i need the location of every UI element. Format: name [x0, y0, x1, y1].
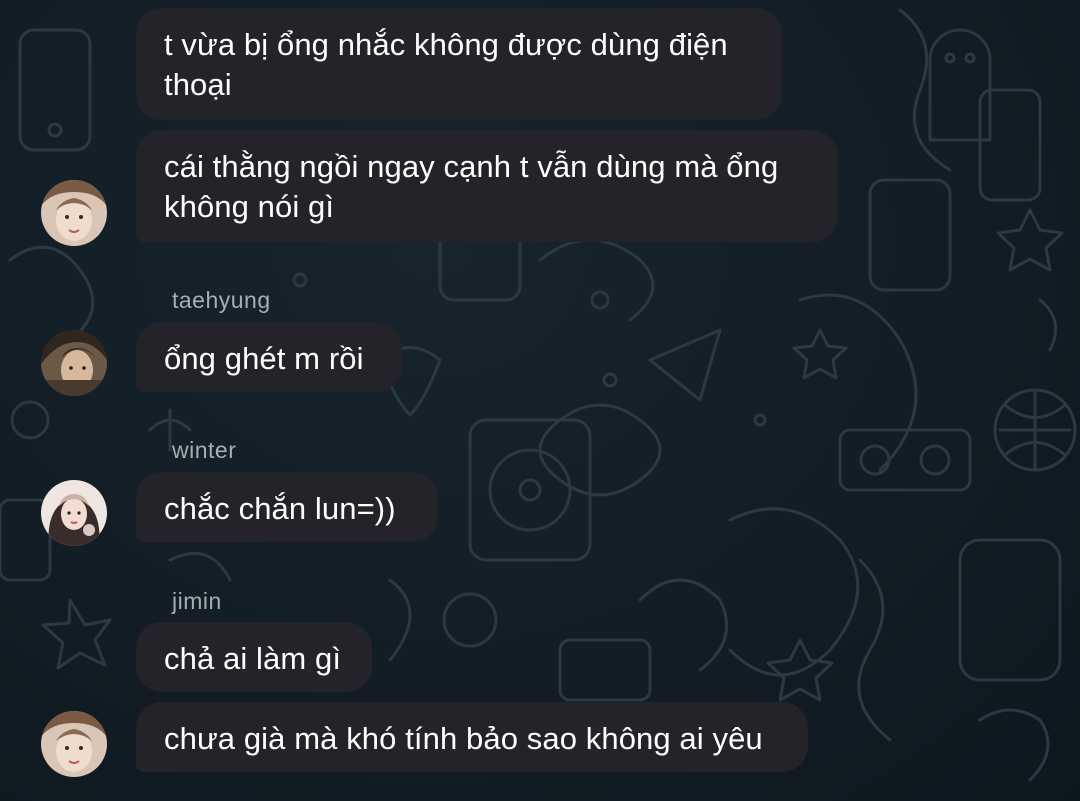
message-bubble[interactable]: cái thằng ngồi ngay cạnh t vẫn dùng mà ổ… — [136, 130, 838, 242]
message-bubble[interactable]: chưa già mà khó tính bảo sao không ai yê… — [136, 702, 808, 772]
avatar-photo-icon — [41, 480, 107, 546]
message-text: t vừa bị ổng nhắc không được dùng điện t… — [164, 27, 728, 102]
avatar[interactable] — [41, 180, 107, 246]
sender-name: winter — [172, 437, 237, 463]
avatar[interactable] — [41, 711, 107, 777]
message-text: ổng ghét m rồi — [164, 341, 364, 376]
message-bubble[interactable]: chắc chắn lun=)) — [136, 472, 438, 542]
avatar[interactable] — [41, 480, 107, 546]
message-bubble[interactable]: t vừa bị ổng nhắc không được dùng điện t… — [136, 8, 782, 120]
message-bubble[interactable]: ổng ghét m rồi — [136, 322, 402, 392]
sender-name: taehyung — [172, 287, 271, 313]
avatar-photo-icon — [41, 711, 107, 777]
sender-name: jimin — [172, 588, 222, 614]
avatar-photo-icon — [41, 180, 107, 246]
message-text: chưa già mà khó tính bảo sao không ai yê… — [164, 721, 763, 756]
message-text: chắc chắn lun=)) — [164, 491, 396, 526]
message-bubble[interactable]: chả ai làm gì — [136, 622, 372, 692]
avatar[interactable] — [41, 330, 107, 396]
avatar-photo-icon — [41, 330, 107, 396]
message-text: chả ai làm gì — [164, 641, 342, 676]
message-text: cái thằng ngồi ngay cạnh t vẫn dùng mà ổ… — [164, 149, 779, 224]
